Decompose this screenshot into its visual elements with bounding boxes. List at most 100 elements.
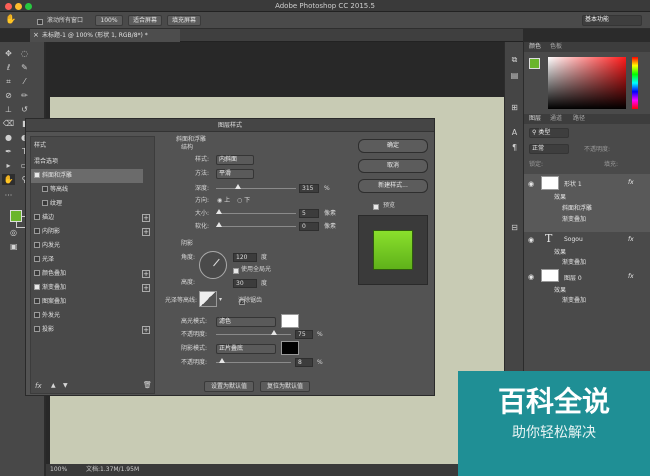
blend-mode-select[interactable]: 正常 [529,144,569,154]
properties-panel-icon[interactable]: ▤ [508,70,521,81]
style-item[interactable]: 斜面和浮雕 [31,169,143,183]
visibility-eye-icon[interactable]: ◉ [528,273,534,281]
style-checkbox[interactable] [34,171,40,178]
angle-input[interactable]: 120 [233,253,257,262]
style-checkbox[interactable] [34,297,40,304]
style-item[interactable]: 内阴影 [31,225,143,239]
depth-slider[interactable] [216,188,296,189]
style-item[interactable]: 光泽 [31,253,143,267]
preview-checkbox[interactable] [373,203,379,210]
history-brush-icon[interactable]: ↺ [18,104,31,115]
style-checkbox[interactable] [34,255,40,262]
visibility-eye-icon[interactable]: ◉ [528,180,534,188]
bevel-style-select[interactable]: 内斜面 [216,155,254,165]
gloss-contour-picker[interactable] [199,291,217,307]
fit-screen-button[interactable]: 适合屏幕 [128,15,162,26]
add-effect-button[interactable]: + [142,214,150,222]
quick-select-icon[interactable]: ✎ [18,62,31,73]
add-effect-button[interactable]: + [142,284,150,292]
angle-dial[interactable] [199,251,227,279]
hue-slider[interactable] [632,57,638,109]
add-effect-button[interactable]: + [142,228,150,236]
soften-slider[interactable] [216,226,296,227]
tab-swatches[interactable]: 色板 [550,42,562,52]
shadow-opacity-input[interactable]: 8 [295,358,313,367]
fx-icon[interactable]: fx [628,273,634,280]
color-foreground[interactable] [529,58,540,69]
ok-button[interactable]: 确定 [358,139,428,153]
size-slider-thumb[interactable] [216,209,222,214]
highlight-opacity-input[interactable]: 75 [295,330,313,339]
style-item[interactable]: 等高线 [31,183,143,197]
layer-filter-select[interactable]: ⚲ 类型 [529,128,569,138]
style-checkbox[interactable] [34,213,40,220]
fill-screen-button[interactable]: 填充屏幕 [167,15,201,26]
more-tools-icon[interactable]: ··· [2,190,15,201]
character-panel-icon[interactable]: A [508,127,521,138]
marquee-tool-icon[interactable]: ◌ [18,48,31,59]
effect-gradient[interactable]: 渐变叠加 [562,257,586,266]
history-panel-icon[interactable]: ⧉ [508,54,521,65]
screen-mode-icon[interactable]: ▣ [10,242,18,251]
style-item[interactable]: 外发光 [31,309,143,323]
brush-tool-icon[interactable]: ✏ [18,90,31,101]
close-tab-icon[interactable]: × [33,29,39,42]
tab-layers[interactable]: 图层 [529,114,541,124]
reset-default-button[interactable]: 复位为默认值 [260,381,310,392]
scroll-all-checkbox[interactable] [37,18,43,25]
shadow-opacity-thumb[interactable] [219,358,225,363]
fx-icon[interactable]: fx [35,382,42,390]
close-window-button[interactable] [5,3,12,10]
direction-up-radio[interactable]: ◉ 上 [217,196,230,205]
eyedropper-icon[interactable]: ⁄ [18,76,31,87]
move-tool-icon[interactable]: ✥ [2,48,15,59]
size-input[interactable]: 5 [299,209,319,218]
style-item[interactable]: 图案叠加 [31,295,143,309]
style-item[interactable]: 描边 [31,211,143,225]
visibility-eye-icon[interactable]: ◉ [528,236,534,244]
blend-options-item[interactable]: 混合选项 [31,155,143,169]
path-select-icon[interactable]: ▸ [2,160,15,171]
workspace-select[interactable]: 基本功能 [582,15,642,26]
shadow-color-swatch[interactable] [281,341,299,355]
move-down-icon[interactable]: ▼ [63,382,68,389]
add-effect-button[interactable]: + [142,326,150,334]
layer-row-layer0[interactable]: ◉ 图层 0 fx 效果 渐变叠加 [524,268,650,304]
style-item[interactable]: 纹理 [31,197,143,211]
style-checkbox[interactable] [34,227,40,234]
new-style-button[interactable]: 新建样式... [358,179,428,193]
style-item[interactable]: 投影 [31,323,143,337]
highlight-opacity-slider[interactable] [216,334,291,335]
minimize-window-button[interactable] [15,3,22,10]
style-item[interactable]: 渐变叠加 [31,281,143,295]
style-checkbox[interactable] [34,325,40,332]
crop-tool-icon[interactable]: ⌗ [2,76,15,87]
depth-input[interactable]: 315 [299,184,319,193]
paragraph-panel-icon[interactable]: ¶ [508,142,521,153]
layer-row-shape[interactable]: ◉ 形状 1 fx 效果 斜面和浮雕 渐变叠加 [524,174,650,232]
tab-channels[interactable]: 通道 [550,114,562,124]
effect-bevel[interactable]: 斜面和浮雕 [562,203,592,212]
adjustments-panel-icon[interactable]: ⊞ [508,102,521,113]
style-item[interactable]: 颜色叠加 [31,267,143,281]
altitude-input[interactable]: 30 [233,279,257,288]
style-checkbox[interactable] [34,269,40,276]
styles-header[interactable]: 样式 [31,139,143,153]
eraser-tool-icon[interactable]: ⌫ [2,118,15,129]
stamp-tool-icon[interactable]: ⊥ [2,104,15,115]
style-checkbox[interactable] [42,199,48,206]
style-checkbox[interactable] [34,311,40,318]
color-field[interactable] [548,57,626,109]
highlight-opacity-thumb[interactable] [271,330,277,335]
highlight-mode-select[interactable]: 滤色 [216,317,276,327]
trash-icon[interactable]: 🗑 [143,381,152,389]
tab-color[interactable]: 颜色 [529,42,541,52]
zoom-window-button[interactable] [25,3,32,10]
depth-slider-thumb[interactable] [235,184,241,189]
style-checkbox[interactable] [34,283,40,290]
info-panel-icon[interactable]: ⊟ [508,222,521,233]
size-slider[interactable] [216,213,296,214]
soften-slider-thumb[interactable] [216,222,222,227]
global-light-checkbox[interactable] [233,267,239,274]
add-effect-button[interactable]: + [142,270,150,278]
